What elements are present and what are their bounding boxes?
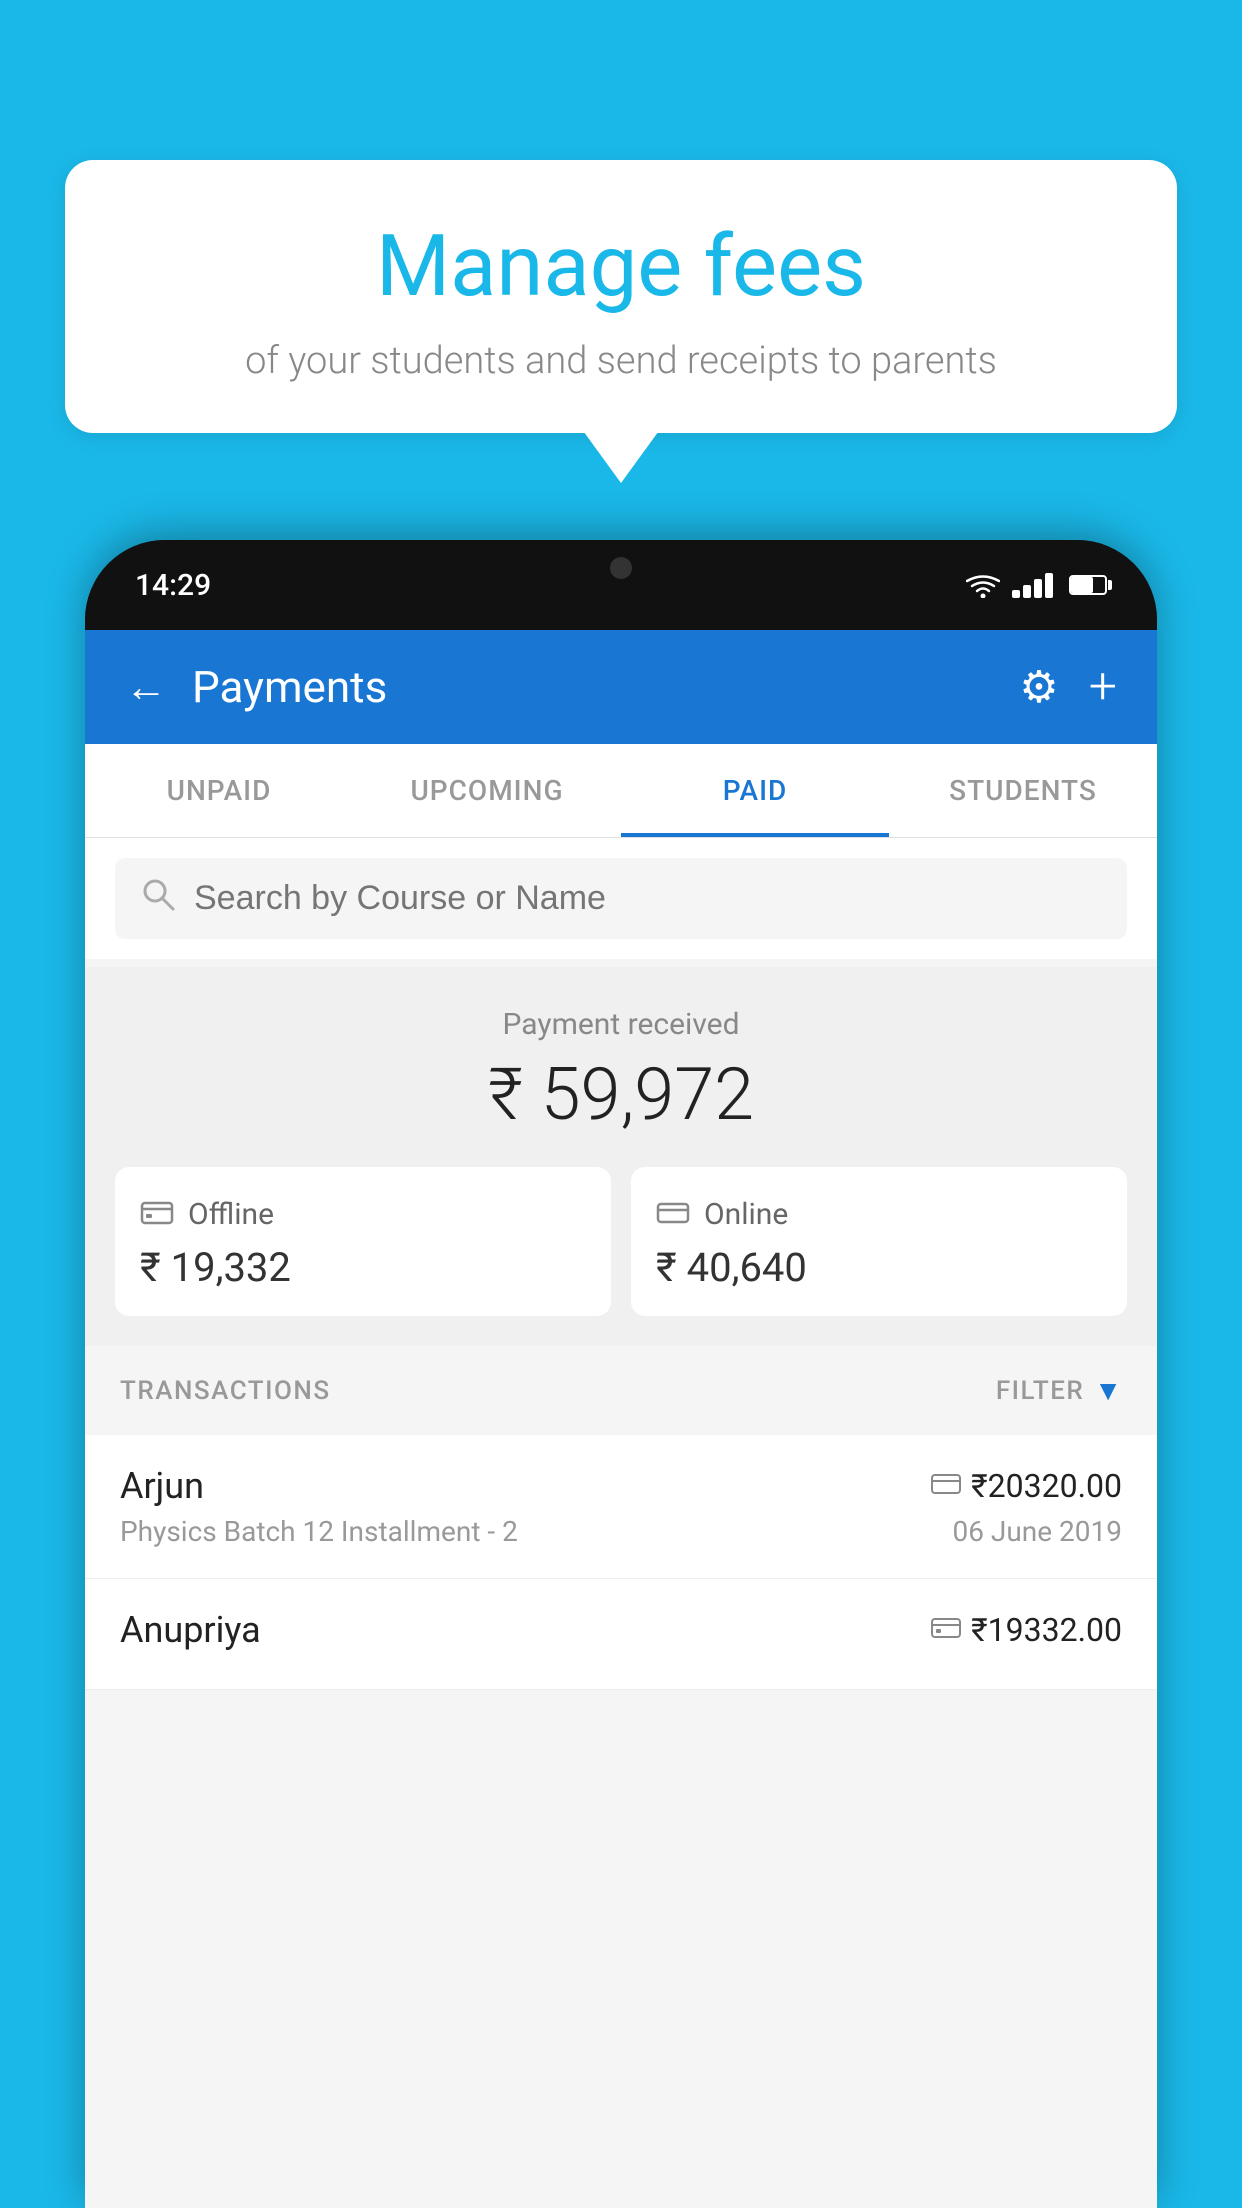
online-type: Online (704, 1197, 788, 1232)
tabs-bar: UNPAID UPCOMING PAID STUDENTS (85, 744, 1157, 838)
offline-type: Offline (188, 1197, 274, 1232)
status-bar: 14:29 (85, 540, 1157, 630)
search-icon (140, 876, 176, 921)
tab-students[interactable]: STUDENTS (889, 744, 1157, 837)
card-small-icon (931, 1473, 961, 1499)
offline-small-icon (931, 1617, 961, 1643)
transaction-amount-section: ₹19332.00 (931, 1611, 1122, 1649)
app-header: ← Payments ⚙ + (85, 630, 1157, 744)
tab-upcoming[interactable]: UPCOMING (353, 744, 621, 837)
table-row[interactable]: Arjun ₹20320.00 Physics Batch 12 Install… (85, 1435, 1157, 1579)
transaction-top: Arjun ₹20320.00 (120, 1465, 1122, 1507)
gear-icon[interactable]: ⚙ (1019, 661, 1058, 713)
payment-amount: ₹ 59,972 (115, 1052, 1127, 1137)
payment-summary: Payment received ₹ 59,972 Offline (85, 967, 1157, 1346)
notch (561, 540, 681, 595)
offline-amount: ₹ 19,332 (140, 1244, 586, 1291)
app-screen: ← Payments ⚙ + UNPAID UPCOMING PAID STUD… (85, 630, 1157, 2208)
back-button[interactable]: ← (125, 663, 167, 712)
header-left: ← Payments (125, 661, 387, 713)
transactions-header: TRANSACTIONS FILTER ▼ (85, 1346, 1157, 1435)
payment-received-label: Payment received (115, 1007, 1127, 1042)
header-right: ⚙ + (1019, 658, 1117, 716)
tab-unpaid[interactable]: UNPAID (85, 744, 353, 837)
transaction-date: 06 June 2019 (952, 1515, 1122, 1548)
offline-card: Offline ₹ 19,332 (115, 1167, 611, 1316)
signal-icon (1012, 573, 1053, 598)
phone-frame: 14:29 (85, 540, 1157, 2208)
transaction-course: Physics Batch 12 Installment - 2 (120, 1515, 518, 1548)
battery-icon (1069, 575, 1107, 595)
filter-icon: ▼ (1094, 1374, 1122, 1407)
search-input[interactable] (194, 879, 1102, 918)
speech-bubble-title: Manage fees (115, 220, 1127, 314)
transaction-amount: ₹19332.00 (971, 1611, 1122, 1649)
payment-cards: Offline ₹ 19,332 Online (115, 1167, 1127, 1316)
status-time: 14:29 (135, 568, 211, 603)
offline-card-header: Offline (140, 1197, 586, 1232)
offline-icon (140, 1199, 174, 1231)
student-name: Anupriya (120, 1609, 261, 1651)
online-amount: ₹ 40,640 (656, 1244, 1102, 1291)
transaction-amount-section: ₹20320.00 (931, 1467, 1122, 1505)
transaction-bottom: Physics Batch 12 Installment - 2 06 June… (120, 1515, 1122, 1548)
speech-bubble-subtitle: of your students and send receipts to pa… (115, 339, 1127, 383)
search-section (85, 838, 1157, 959)
transaction-top: Anupriya ₹19332.00 (120, 1609, 1122, 1651)
online-card-header: Online (656, 1197, 1102, 1232)
camera (610, 557, 632, 579)
page-title: Payments (192, 661, 387, 713)
search-bar[interactable] (115, 858, 1127, 939)
filter-label: FILTER (996, 1376, 1084, 1406)
online-icon (656, 1200, 690, 1230)
transaction-amount: ₹20320.00 (971, 1467, 1122, 1505)
table-row[interactable]: Anupriya ₹19332.00 (85, 1579, 1157, 1690)
transactions-label: TRANSACTIONS (120, 1376, 331, 1406)
filter-section[interactable]: FILTER ▼ (996, 1374, 1122, 1407)
add-button[interactable]: + (1089, 658, 1117, 716)
wifi-icon (966, 572, 1000, 598)
student-name: Arjun (120, 1465, 204, 1507)
status-icons (966, 572, 1107, 598)
speech-bubble: Manage fees of your students and send re… (65, 160, 1177, 433)
online-card: Online ₹ 40,640 (631, 1167, 1127, 1316)
tab-paid[interactable]: PAID (621, 744, 889, 837)
